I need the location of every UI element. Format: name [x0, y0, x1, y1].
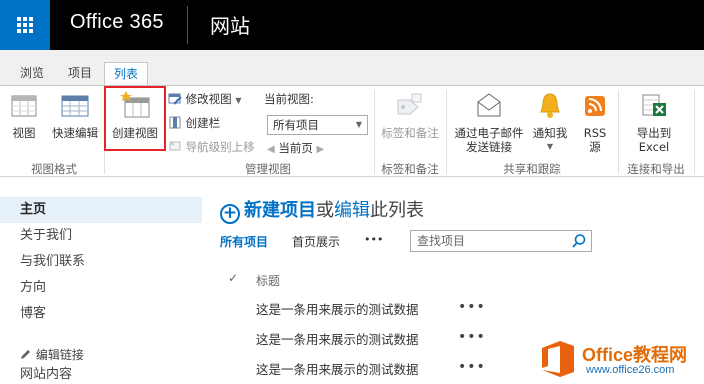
email-link-label-2: 发送链接: [466, 140, 512, 154]
list-item[interactable]: 这是一条用来展示的测试数据: [256, 329, 419, 348]
view-icon: [11, 95, 37, 117]
new-item-heading: + 新建项目或编辑此列表: [220, 196, 424, 224]
group-view-format-label: 视图格式: [31, 162, 77, 176]
current-view-value: 所有项目: [273, 118, 319, 132]
item-menu-button[interactable]: •••: [458, 359, 486, 375]
tag-icon: [397, 93, 422, 115]
group-separator: [374, 90, 375, 174]
nav-item-site-contents[interactable]: 网站内容: [0, 362, 202, 384]
tab-browse[interactable]: 浏览: [10, 62, 54, 86]
create-column-icon: [169, 116, 181, 129]
navigate-up-icon: [169, 141, 181, 151]
view-button[interactable]: 视图: [6, 90, 42, 140]
ribbon: 视图 快速编辑 视图格式 创建视图 修改视图 ▼ 创建栏 导航级别上移 当前视图…: [0, 85, 704, 177]
group-share-label: 共享和跟踪: [503, 162, 561, 176]
watermark-url: www.office26.com: [586, 364, 675, 376]
office365-brand[interactable]: Office 365: [70, 11, 164, 34]
current-page-label: 当前页: [278, 141, 313, 155]
search-placeholder: 查找项目: [417, 234, 466, 248]
nav-item-about-us[interactable]: 关于我们: [0, 223, 202, 249]
nav-item-directions[interactable]: 方向: [0, 275, 202, 301]
navigate-up-label: 导航级别上移: [185, 140, 255, 154]
group-separator: [694, 90, 695, 174]
suite-bar: Office 365 网站: [0, 0, 704, 50]
column-header-title[interactable]: 标题: [256, 272, 280, 289]
app-launcher-icon[interactable]: [0, 0, 50, 50]
create-column-button[interactable]: 创建栏: [168, 115, 220, 131]
tags-notes-label: 标签和备注: [381, 126, 439, 140]
prev-page-icon[interactable]: ◀: [267, 144, 275, 155]
rss-feed-button[interactable]: RSS 源: [576, 90, 614, 154]
office-logo-watermark-icon: [542, 341, 574, 377]
more-views-button[interactable]: •••: [364, 233, 383, 246]
group-separator: [618, 90, 619, 174]
add-icon[interactable]: +: [220, 204, 240, 224]
group-tags-label: 标签和备注: [381, 162, 439, 176]
select-all-checkmark-icon[interactable]: ✓: [228, 271, 238, 285]
email-icon: [477, 93, 501, 117]
excel-icon: [642, 94, 666, 116]
list-item[interactable]: 这是一条用来展示的测试数据: [256, 359, 419, 378]
suite-separator: [187, 6, 188, 44]
export-label-1: 导出到: [636, 126, 672, 140]
group-connect-label: 连接和导出: [627, 162, 685, 176]
nav-item-contact-us[interactable]: 与我们联系: [0, 249, 202, 275]
current-view-select[interactable]: 所有项目 ▼: [267, 115, 368, 135]
item-menu-button[interactable]: •••: [458, 299, 486, 315]
or-text: 或: [316, 200, 334, 221]
current-page-nav: ◀ 当前页 ▶: [267, 140, 368, 158]
nav-item-home[interactable]: 主页: [0, 197, 202, 223]
view-label: 视图: [12, 126, 36, 140]
search-icon[interactable]: [571, 233, 587, 249]
create-column-label: 创建栏: [185, 116, 221, 130]
tags-notes-button[interactable]: 标签和备注: [378, 90, 442, 140]
rss-label-2: 源: [589, 140, 601, 154]
search-input[interactable]: 查找项目: [410, 230, 592, 252]
tab-items[interactable]: 项目: [58, 62, 102, 86]
nav-item-blog[interactable]: 博客: [0, 301, 202, 327]
email-link-label-1: 通过电子邮件: [454, 126, 524, 140]
group-manage-views-label: 管理视图: [245, 162, 291, 176]
bell-icon: [540, 93, 560, 118]
edit-links-label: 编辑链接: [35, 348, 84, 362]
modify-view-icon: [168, 93, 182, 105]
export-excel-button[interactable]: 导出到 Excel: [628, 90, 680, 154]
rss-icon: [585, 96, 605, 116]
quick-edit-button[interactable]: 快速编辑: [48, 90, 102, 140]
item-menu-button[interactable]: •••: [458, 329, 486, 345]
view-home-display[interactable]: 首页展示: [292, 233, 340, 250]
navigate-up-button[interactable]: 导航级别上移: [168, 139, 255, 155]
view-all-items[interactable]: 所有项目: [220, 233, 268, 250]
this-list-text: 此列表: [370, 200, 424, 221]
group-separator: [446, 90, 447, 174]
create-view-highlight-box: [104, 86, 166, 151]
chevron-down-icon: ▼: [546, 142, 554, 151]
email-link-button[interactable]: 通过电子邮件 发送链接: [450, 90, 528, 154]
ribbon-tab-row: 浏览 项目 列表: [0, 50, 704, 86]
edit-list-link[interactable]: 编辑: [334, 200, 370, 221]
chevron-down-icon: ▼: [235, 96, 242, 105]
quick-edit-icon: [61, 95, 89, 117]
chevron-down-icon: ▼: [355, 120, 362, 129]
quick-edit-label: 快速编辑: [52, 126, 98, 140]
modify-view-button[interactable]: 修改视图 ▼: [168, 91, 241, 109]
current-view-label: 当前视图:: [264, 92, 314, 106]
new-item-link[interactable]: 新建项目: [244, 200, 316, 221]
alert-me-button[interactable]: 通知我 ▼: [528, 90, 572, 154]
next-page-icon[interactable]: ▶: [317, 144, 325, 155]
pencil-icon: [21, 350, 30, 359]
site-title[interactable]: 网站: [210, 10, 250, 39]
rss-label-1: RSS: [583, 126, 607, 140]
list-item[interactable]: 这是一条用来展示的测试数据: [256, 299, 419, 318]
alert-me-label: 通知我: [532, 126, 568, 140]
export-label-2: Excel: [638, 140, 670, 154]
tab-list[interactable]: 列表: [104, 62, 148, 86]
modify-view-label: 修改视图: [185, 92, 232, 106]
